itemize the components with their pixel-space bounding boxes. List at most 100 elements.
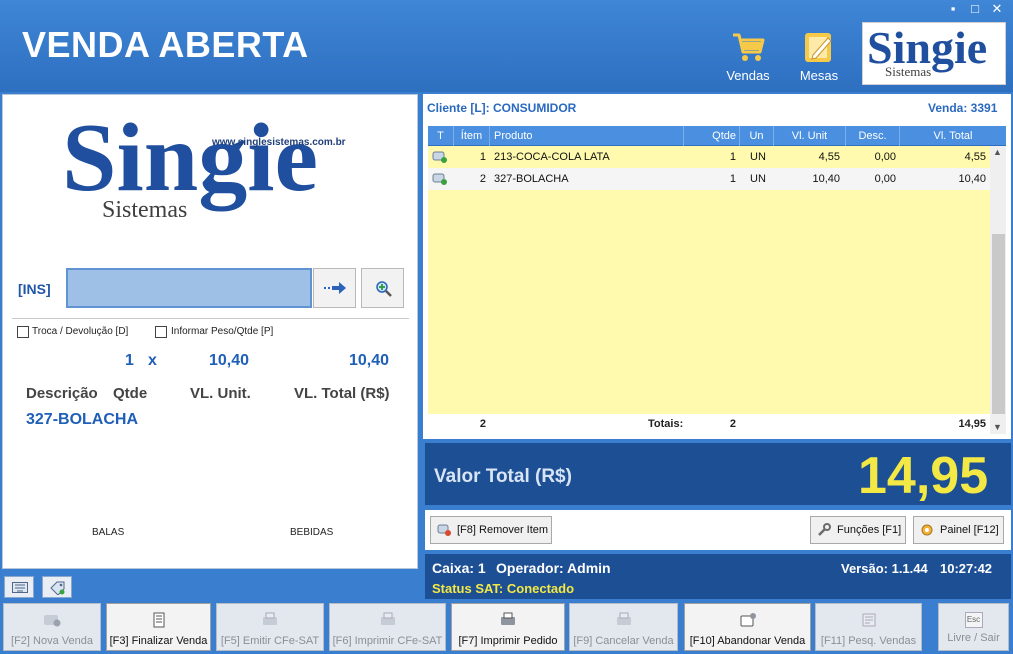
current-unit-price: 10,40 — [209, 352, 250, 369]
column-unit-price[interactable]: Vl. Unit — [774, 126, 846, 146]
brand-logo-word: Singie — [62, 104, 318, 212]
category-balas[interactable]: BALAS — [92, 527, 124, 538]
cell-discount: 0,00 — [874, 173, 896, 185]
tables-button[interactable]: Mesas — [791, 30, 847, 84]
product-code-input[interactable] — [66, 268, 312, 308]
cancel-sale-label: [F9] Cancelar Venda — [573, 635, 674, 647]
print-cfe-button[interactable]: [F6] Imprimir CFe-SAT — [329, 603, 446, 651]
price-tag-icon — [50, 581, 65, 595]
column-qty[interactable]: Qtde — [684, 126, 740, 146]
items-grid-footer: 2 Totais: 2 14,95 — [428, 414, 990, 434]
total-value: 14,95 — [858, 447, 989, 505]
weight-checkbox[interactable] — [155, 326, 167, 338]
page-title: VENDA ABERTA — [22, 24, 309, 65]
sales-button[interactable]: Vendas — [720, 30, 776, 84]
new-sale-button[interactable]: [F2] Nova Venda — [3, 603, 101, 651]
confirm-code-button[interactable] — [313, 268, 356, 308]
functions-button[interactable]: Funções [F1] — [810, 516, 906, 544]
footer-total: 14,95 — [958, 418, 986, 430]
table-row[interactable]: 2 327-BOLACHA 1 UN 10,40 0,00 10,40 — [428, 168, 990, 190]
items-grid-body: 1 213-COCA-COLA LATA 1 UN 4,55 0,00 4,55… — [428, 146, 990, 414]
client-label[interactable]: Cliente [L]: CONSUMIDOR — [427, 101, 576, 115]
remove-item-button[interactable]: [F8] Remover Item — [430, 516, 552, 544]
gear-icon — [921, 524, 933, 536]
weight-checkbox-label: Informar Peso/Qtde [P] — [171, 326, 274, 337]
current-total: 10,40 — [349, 352, 390, 369]
product-icon — [432, 173, 447, 185]
calculator-icon — [153, 612, 164, 628]
product-search-button[interactable] — [361, 268, 404, 308]
emit-icon — [263, 612, 277, 625]
product-icon — [432, 151, 447, 163]
column-unit[interactable]: Un — [740, 126, 774, 146]
table-row[interactable]: 1 213-COCA-COLA LATA 1 UN 4,55 0,00 4,55 — [428, 146, 990, 168]
cell-total: 10,40 — [958, 173, 986, 185]
version-label: Versão: 1.1.44 — [841, 561, 928, 576]
emit-cfe-button[interactable]: [F5] Emitir CFe-SAT — [216, 603, 324, 651]
tables-label: Mesas — [799, 68, 839, 83]
finalize-sale-label: [F3] Finalizar Venda — [109, 635, 208, 647]
search-plus-icon — [376, 281, 392, 297]
abandon-icon — [740, 613, 756, 627]
keyboard-icon — [12, 582, 28, 593]
cell-product: 213-COCA-COLA LATA — [494, 151, 610, 163]
print-order-button[interactable]: [F7] Imprimir Pedido — [451, 603, 565, 651]
cancel-sale-button[interactable]: [F9] Cancelar Venda — [569, 603, 678, 651]
sale-number: Venda: 3391 — [928, 101, 998, 115]
remove-item-icon — [437, 524, 451, 536]
emit-cfe-label: [F5] Emitir CFe-SAT — [220, 635, 320, 647]
footer-totals-label: Totais: — [648, 418, 684, 430]
scroll-down-icon[interactable]: ▼ — [993, 422, 1002, 432]
items-grid-header: T Ítem Produto Qtde Un Vl. Unit Desc. Vl… — [428, 126, 1006, 146]
column-discount[interactable]: Desc. — [846, 126, 900, 146]
search-sales-label: [F11] Pesq. Vendas — [820, 635, 917, 647]
return-checkbox-label: Troca / Devolução [D] — [32, 326, 129, 337]
exit-label: Livre / Sair — [947, 632, 1000, 644]
cancel-icon — [616, 612, 631, 625]
panel-label: Painel [F12] — [940, 524, 999, 536]
search-sales-button[interactable]: [F11] Pesq. Vendas — [815, 603, 922, 651]
close-button[interactable]: ✕ — [990, 2, 1004, 16]
column-total[interactable]: Vl. Total — [900, 126, 1006, 146]
column-item[interactable]: Ítem — [454, 126, 490, 146]
maximize-button[interactable]: □ — [968, 2, 982, 16]
footer-count: 2 — [479, 418, 486, 430]
exit-button[interactable]: Esc Livre / Sair — [938, 603, 1009, 651]
unit-price-header: VL. Unit. — [190, 385, 251, 402]
wrench-icon — [818, 523, 831, 536]
abandon-sale-button[interactable]: [F10] Abandonar Venda — [684, 603, 811, 651]
times-sign: x — [148, 352, 157, 369]
panel-button[interactable]: Painel [F12] — [913, 516, 1004, 544]
sat-status: Status SAT: Conectado — [432, 581, 575, 596]
column-product[interactable]: Produto — [490, 126, 684, 146]
cell-qty: 1 — [729, 173, 736, 185]
finalize-sale-button[interactable]: [F3] Finalizar Venda — [106, 603, 211, 651]
sales-label: Vendas — [726, 68, 770, 83]
cell-unit-price: 4,55 — [818, 151, 840, 163]
notepad-icon — [801, 30, 837, 64]
tag-button[interactable] — [42, 576, 72, 598]
minimize-button[interactable]: ▪ — [946, 2, 960, 16]
printer-icon — [380, 612, 395, 625]
current-description: 327-BOLACHA — [26, 411, 139, 428]
scrollbar-thumb[interactable] — [992, 234, 1005, 414]
cashier-label: Caixa: 1 — [432, 560, 486, 576]
total-header: VL. Total (R$) — [294, 385, 390, 402]
cell-unit: UN — [750, 173, 766, 185]
new-sale-label: [F2] Nova Venda — [11, 635, 93, 647]
divider — [12, 318, 409, 319]
column-type[interactable]: T — [428, 126, 454, 146]
arrow-right-icon — [324, 282, 346, 294]
cell-total: 4,55 — [964, 151, 986, 163]
functions-label: Funções [F1] — [837, 524, 902, 536]
cell-discount: 0,00 — [874, 151, 896, 163]
scroll-up-icon[interactable]: ▲ — [993, 147, 1002, 157]
current-qty: 1 — [125, 352, 134, 369]
print-cfe-label: [F6] Imprimir CFe-SAT — [332, 635, 443, 647]
esc-key-icon: Esc — [964, 612, 983, 628]
return-checkbox[interactable] — [17, 326, 29, 338]
category-bebidas[interactable]: BEBIDAS — [290, 527, 333, 538]
cell-product: 327-BOLACHA — [494, 173, 569, 185]
clock: 10:27:42 — [940, 561, 993, 576]
keyboard-button[interactable] — [4, 576, 34, 598]
